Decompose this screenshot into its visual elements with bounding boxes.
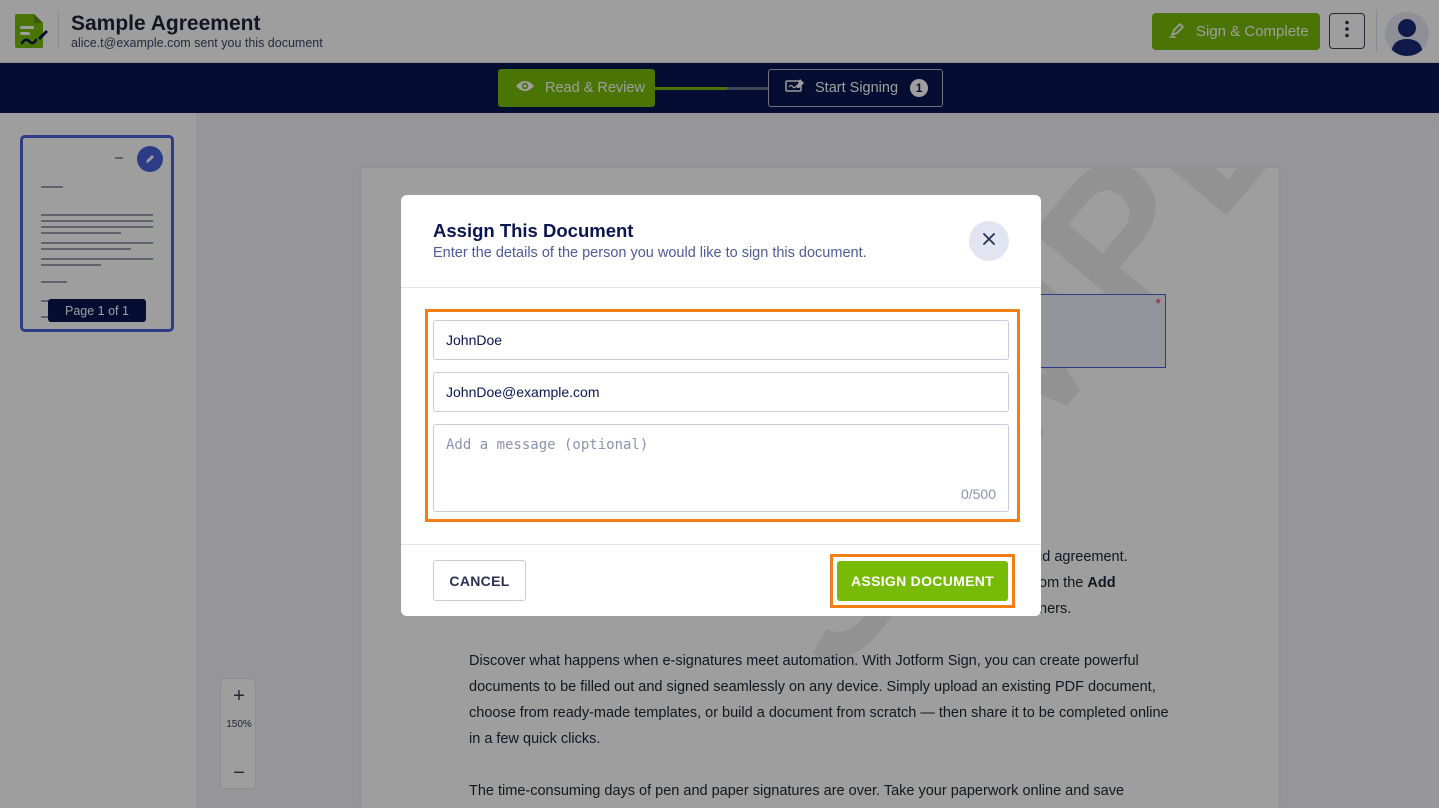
dialog-divider: [401, 287, 1041, 288]
message-placeholder: Add a message (optional): [446, 437, 649, 453]
cancel-button[interactable]: CANCEL: [433, 560, 526, 601]
message-char-counter: 0/500: [960, 486, 996, 502]
assign-document-dialog: Assign This Document Enter the details o…: [401, 195, 1041, 616]
close-icon: [983, 232, 995, 250]
dialog-subtitle: Enter the details of the person you woul…: [433, 245, 867, 261]
dialog-title: Assign This Document: [433, 220, 634, 241]
message-textarea[interactable]: Add a message (optional) 0/500: [433, 424, 1009, 512]
signer-name-input[interactable]: JohnDoe: [433, 320, 1009, 360]
signer-email-input[interactable]: JohnDoe@example.com: [433, 372, 1009, 412]
assign-document-button[interactable]: ASSIGN DOCUMENT: [837, 561, 1008, 601]
close-dialog-button[interactable]: [969, 221, 1009, 261]
dialog-footer-divider: [401, 544, 1041, 545]
